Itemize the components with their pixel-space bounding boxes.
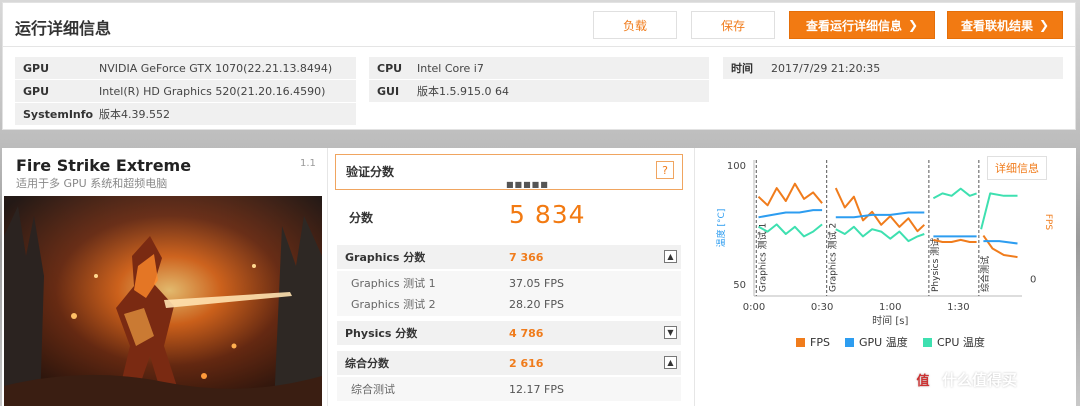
info-key: GUI [377, 84, 400, 98]
physics-score-row[interactable]: Physics 分数 4 786 ▼ [337, 321, 681, 345]
watermark-logo-icon: 值 [910, 366, 936, 392]
legend-swatch [923, 338, 932, 347]
watermark: 值 什么值得买 [910, 366, 1017, 392]
info-value: NVIDIA GeForce GTX 1070(22.21.13.8494) [99, 61, 333, 75]
section-label: Graphics 测试 2 [827, 223, 839, 292]
chevron-right-icon: ❯ [907, 18, 919, 32]
info-key: 时间 [731, 62, 753, 75]
info-key: GPU [23, 84, 50, 98]
legend-swatch [845, 338, 854, 347]
benchmark-artwork-image [4, 196, 322, 406]
section-label: 综合测试 [979, 256, 991, 292]
expand-icon[interactable]: ▼ [664, 326, 677, 339]
legend-label: GPU 温度 [859, 335, 908, 349]
benchmark-subtitle: 适用于多 GPU 系统和超频电脑 [16, 177, 168, 190]
column-divider [694, 148, 695, 406]
right-axis-title: FPS [1043, 214, 1053, 231]
info-gui: GUI 版本1.5.915.0 64 [369, 80, 709, 102]
details-button[interactable]: 详细信息 [987, 156, 1047, 180]
row-label: Graphics 测试 1 [351, 277, 436, 290]
row-value: 12.17 FPS [509, 382, 564, 396]
help-icon[interactable]: ? [656, 161, 674, 179]
x-axis-tick-label: 1:00 [879, 302, 901, 313]
legend-label: FPS [810, 336, 830, 349]
page-title: 运行详细信息 [15, 19, 112, 38]
info-key: CPU [377, 61, 403, 75]
info-value: Intel Core i7 [417, 61, 484, 75]
right-axis-tick-label: 0 [1030, 275, 1036, 286]
row-value: 7 366 [509, 250, 544, 264]
benchmark-version: 1.1 [300, 158, 316, 169]
watermark-text: 什么值得买 [942, 370, 1018, 389]
row-label: Physics 分数 [345, 327, 418, 340]
info-value: 2017/7/29 21:20:35 [771, 61, 881, 75]
x-axis-title: 时间 [s] [872, 314, 908, 327]
row-label: 综合测试 [351, 383, 395, 396]
graphics-score-row[interactable]: Graphics 分数 7 366 ▲ [337, 245, 681, 269]
overall-score-label: 分数 [349, 211, 374, 225]
verify-progress-dots: ■■■■■ [506, 180, 549, 189]
info-gpu-2: GPU Intel(R) HD Graphics 520(21.20.16.45… [15, 80, 356, 102]
section-label: Graphics 测试 1 [756, 223, 768, 292]
x-axis-tick-label: 1:30 [947, 302, 969, 313]
benchmark-name: Fire Strike Extreme [16, 156, 192, 175]
verify-score-label: 验证分数 [346, 165, 395, 179]
legend-swatch [796, 338, 805, 347]
info-systeminfo: SystemInfo 版本4.39.552 [15, 103, 356, 125]
collapse-icon[interactable]: ▲ [664, 356, 677, 369]
chevron-right-icon: ❯ [1038, 18, 1050, 32]
info-key: GPU [23, 61, 50, 75]
info-cpu: CPU Intel Core i7 [369, 57, 709, 79]
row-label: Graphics 分数 [345, 251, 426, 264]
x-axis-tick-label: 0:00 [743, 302, 765, 313]
combined-score-row[interactable]: 综合分数 2 616 ▲ [337, 351, 681, 375]
legend-label: CPU 温度 [937, 335, 985, 349]
run-details-header: 运行详细信息 负载 保存 查看运行详细信息 ❯ 查看联机结果 ❯ [3, 3, 1075, 47]
verify-score-box[interactable]: 验证分数 ? ■■■■■ [335, 154, 683, 190]
monitoring-chart: 10050500温度 [°C]FPS0:000:301:001:30时间 [s]… [715, 160, 1053, 349]
view-run-details-label: 查看运行详细信息 [805, 18, 902, 33]
collapse-icon[interactable]: ▲ [664, 250, 677, 263]
overall-score: 分数 5 834 [337, 196, 681, 236]
row-value: 28.20 FPS [509, 297, 564, 311]
graphics-test-2-row: Graphics 测试 2 28.20 FPS [337, 292, 681, 316]
section-label: Physics 测试 [929, 238, 941, 292]
view-online-results-button[interactable]: 查看联机结果 ❯ [947, 11, 1063, 39]
x-axis-tick-label: 0:30 [811, 302, 833, 313]
save-button[interactable]: 保存 [691, 11, 775, 39]
row-value: 2 616 [509, 356, 544, 370]
left-axis-title: 温度 [°C] [715, 209, 727, 248]
view-run-details-button[interactable]: 查看运行详细信息 ❯ [789, 11, 935, 39]
info-key: SystemInfo [23, 107, 94, 121]
row-label: 综合分数 [345, 357, 389, 370]
view-online-results-label: 查看联机结果 [960, 18, 1033, 33]
info-gpu-1: GPU NVIDIA GeForce GTX 1070(22.21.13.849… [15, 57, 356, 79]
row-value: 37.05 FPS [509, 276, 564, 290]
info-value: Intel(R) HD Graphics 520(21.20.16.4590) [99, 84, 326, 98]
row-value: 4 786 [509, 326, 544, 340]
left-axis-tick-label: 100 [727, 161, 746, 172]
info-value: 版本4.39.552 [99, 108, 170, 121]
row-label: Graphics 测试 2 [351, 298, 436, 311]
column-divider [327, 148, 328, 406]
info-value: 版本1.5.915.0 64 [417, 85, 509, 98]
left-axis-tick-label: 50 [733, 280, 746, 291]
combined-test-row: 综合测试 12.17 FPS [337, 377, 681, 401]
load-button[interactable]: 负载 [593, 11, 677, 39]
run-details-panel: 运行详细信息 负载 保存 查看运行详细信息 ❯ 查看联机结果 ❯ GPU NVI… [2, 2, 1076, 130]
overall-score-value: 5 834 [509, 200, 586, 229]
info-time: 时间 2017/7/29 21:20:35 [723, 57, 1063, 79]
